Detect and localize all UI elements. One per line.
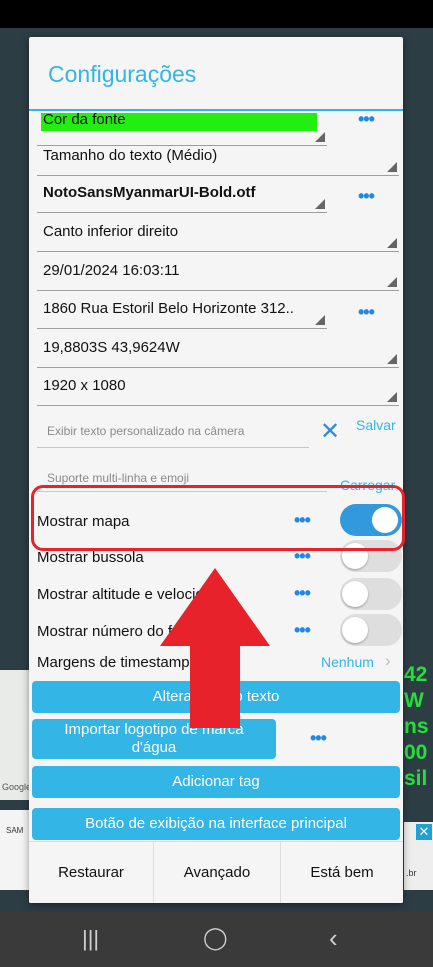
resolution-label: 1920 x 1080 <box>43 377 126 394</box>
ad-domain: .br <box>406 868 417 878</box>
chevron-right-icon: › <box>385 651 391 670</box>
text-size-label: Tamanho do texto (Médio) <box>43 147 218 164</box>
add-tag-button[interactable]: Adicionar tag <box>32 766 400 798</box>
red-arrow-icon <box>160 568 270 728</box>
more-options-icon[interactable]: ••• <box>294 620 311 641</box>
font-file-spinner[interactable]: NotoSansMyanmarUI-Bold.otf <box>37 176 327 213</box>
overlay-line: 00 <box>404 741 428 764</box>
show-compass-label: Mostrar bussola <box>37 549 144 566</box>
more-options-icon[interactable]: ••• <box>294 583 311 604</box>
dropdown-arrow-icon <box>387 277 397 287</box>
more-options-icon[interactable]: ••• <box>358 109 375 130</box>
position-spinner[interactable]: Canto inferior direito <box>37 215 399 252</box>
more-options-icon[interactable]: ••• <box>358 302 375 323</box>
restore-button[interactable]: Restaurar <box>29 842 153 903</box>
dropdown-arrow-icon <box>315 315 325 325</box>
dropdown-arrow-icon <box>387 238 397 248</box>
more-options-icon[interactable]: ••• <box>358 186 375 207</box>
google-logo: Google <box>2 782 32 792</box>
display-button-button[interactable]: Botão de exibição na interface principal <box>32 808 400 840</box>
address-spinner[interactable]: 1860 Rua Estoril Belo Horizonte 312.. <box>37 292 327 329</box>
font-color-label: Cor da fonte <box>43 111 126 128</box>
camera-overlay-text: 42 W ns 00 sil <box>404 662 433 802</box>
overlay-line: ns <box>404 715 429 738</box>
coordinates-label: 19,8803S 43,9624W <box>43 339 180 356</box>
multiline-placeholder: Suporte multi-linha e emoji <box>47 471 190 485</box>
ok-button[interactable]: Está bem <box>281 842 403 903</box>
ad-brand: SAM <box>6 826 24 835</box>
settings-dialog: Configurações Cor da fonte ••• Tamanho d… <box>29 37 403 903</box>
dropdown-arrow-icon <box>315 199 325 209</box>
advanced-button[interactable]: Avançado <box>154 842 280 903</box>
show-number-toggle[interactable] <box>340 614 402 646</box>
resolution-spinner[interactable]: 1920 x 1080 <box>37 369 399 406</box>
ad-banner-left: SAM <box>0 810 30 890</box>
highlight-box <box>31 485 405 551</box>
dialog-title: Configurações <box>48 61 197 87</box>
overlay-line: 42 <box>404 663 428 686</box>
ad-banner-right: ✕ .br <box>404 822 433 890</box>
datetime-spinner[interactable]: 29/01/2024 16:03:11 <box>37 254 399 291</box>
import-logo-line2: d'água <box>131 739 177 756</box>
map-preview: Google <box>0 670 32 800</box>
position-label: Canto inferior direito <box>43 223 179 240</box>
dropdown-arrow-icon <box>387 392 397 402</box>
overlay-line: W <box>404 689 424 712</box>
recent-apps-icon[interactable]: ||| <box>82 926 99 952</box>
save-button[interactable]: Salvar <box>356 417 396 433</box>
ad-close-icon[interactable]: ✕ <box>416 824 432 840</box>
datetime-label: 29/01/2024 16:03:11 <box>43 262 180 279</box>
text-size-spinner[interactable]: Tamanho do texto (Médio) <box>37 139 399 176</box>
dialog-footer: Restaurar Avançado Está bem <box>29 841 403 903</box>
font-file-label: NotoSansMyanmarUI-Bold.otf <box>43 184 256 201</box>
status-bar <box>0 0 433 28</box>
more-options-icon[interactable]: ••• <box>310 728 327 749</box>
dropdown-arrow-icon <box>387 354 397 364</box>
show-number-label: Mostrar número do f <box>37 623 173 640</box>
navigation-bar: ||| ◯ ‹ <box>0 912 433 967</box>
address-label: 1860 Rua Estoril Belo Horizonte 312.. <box>43 300 294 317</box>
margins-value[interactable]: Nenhum <box>321 654 374 670</box>
coordinates-spinner[interactable]: 19,8803S 43,9624W <box>37 331 399 368</box>
custom-text-input[interactable]: Exibir texto personalizado na câmera <box>37 413 309 448</box>
overlay-line: sil <box>404 767 428 790</box>
show-altitude-toggle[interactable] <box>340 578 402 610</box>
back-icon[interactable]: ‹ <box>329 923 338 954</box>
home-icon[interactable]: ◯ <box>203 925 228 951</box>
clear-icon[interactable]: ✕ <box>320 417 340 446</box>
custom-text-placeholder: Exibir texto personalizado na câmera <box>47 424 245 438</box>
dropdown-arrow-icon <box>387 162 397 172</box>
toggle-knob <box>342 581 368 607</box>
toggle-knob <box>342 617 368 643</box>
